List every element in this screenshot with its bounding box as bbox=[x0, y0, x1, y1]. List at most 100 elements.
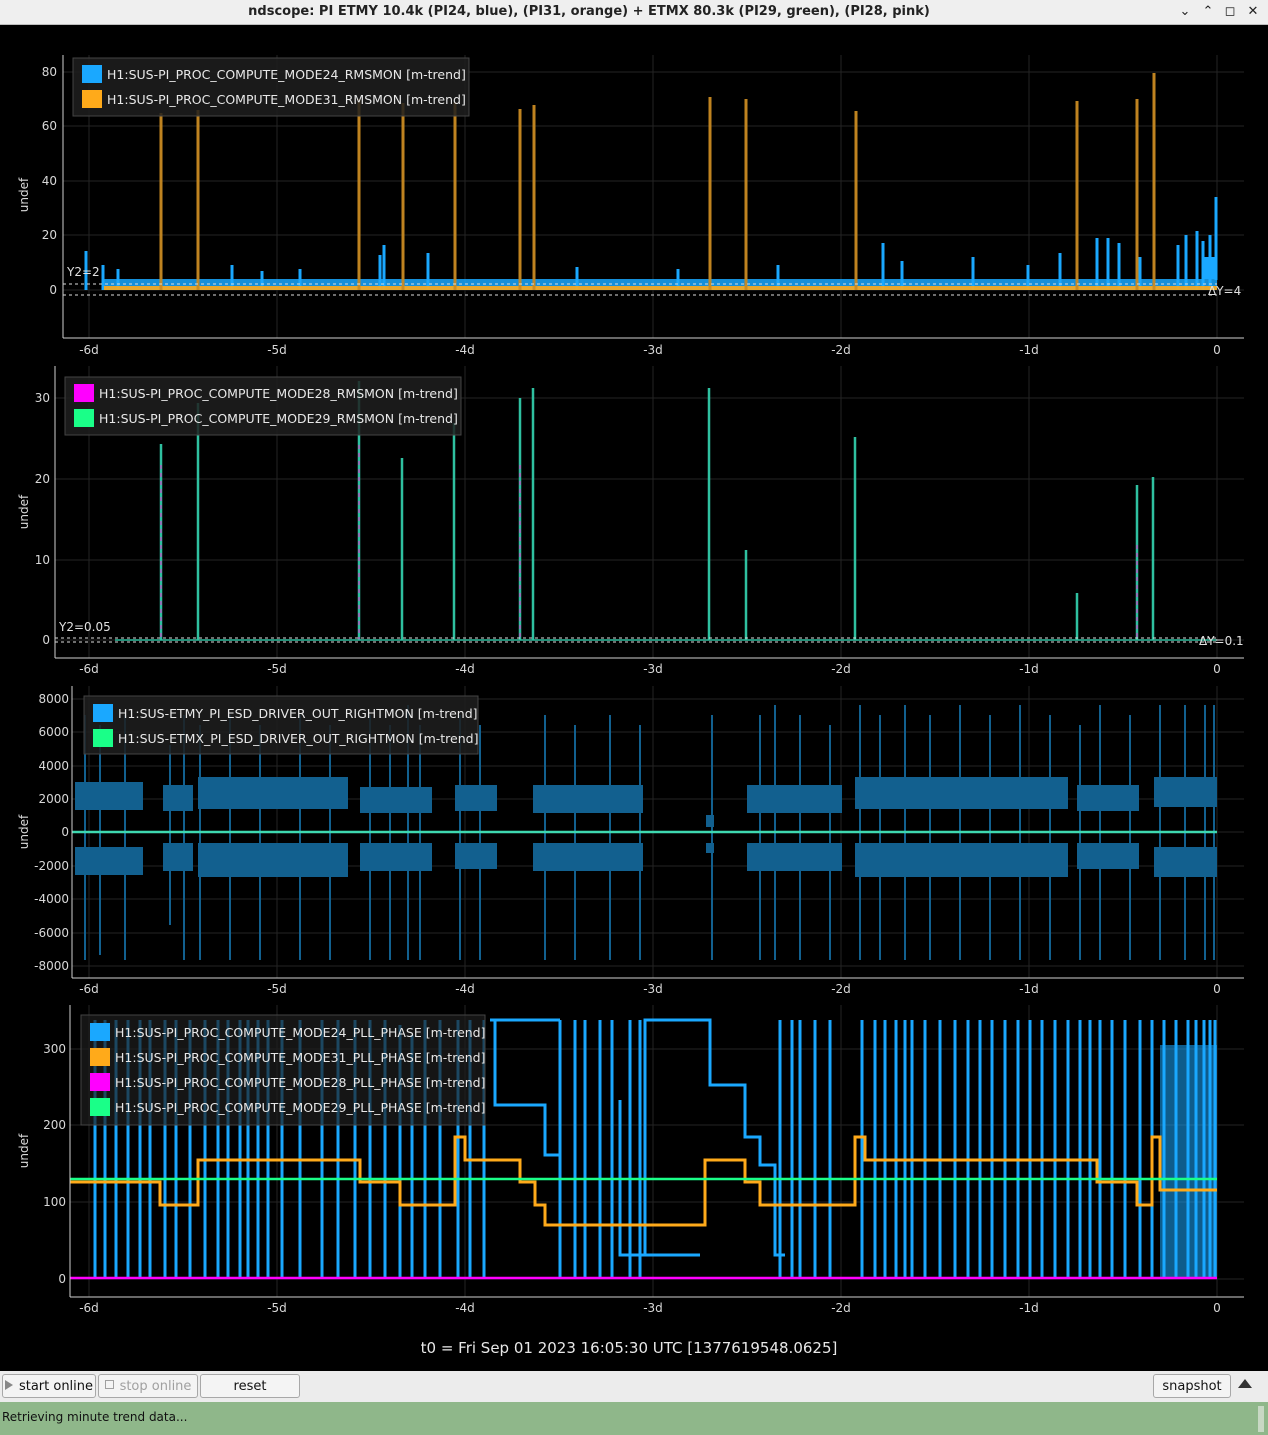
plot-1-legend[interactable]: H1:SUS-PI_PROC_COMPUTE_MODE24_RMSMON [m-… bbox=[72, 57, 470, 117]
plot-1-xtick: -5d bbox=[267, 343, 287, 357]
minimize-button[interactable]: ⌄ bbox=[1176, 3, 1194, 21]
plot-2-legend-swatch bbox=[74, 384, 94, 402]
t0-label: t0 = Fri Sep 01 2023 16:05:30 UTC [13776… bbox=[421, 1339, 838, 1357]
plot-3-xtick: -4d bbox=[455, 982, 475, 996]
plot-1-legend-label: H1:SUS-PI_PROC_COMPUTE_MODE31_RMSMON [m-… bbox=[107, 92, 466, 107]
plot-4-legend-label: H1:SUS-PI_PROC_COMPUTE_MODE31_PLL_PHASE … bbox=[115, 1050, 486, 1065]
stop-online-label: stop online bbox=[119, 1379, 192, 1394]
start-online-button[interactable]: start online bbox=[2, 1374, 96, 1398]
plot-4-xtick: -6d bbox=[79, 1301, 99, 1315]
plots-canvas[interactable]: Y2=2 ΔY=4 80 60 40 20 0 -6d -5d -4d -3d … bbox=[0, 25, 1268, 1370]
plot-2-legend-label: H1:SUS-PI_PROC_COMPUTE_MODE29_RMSMON [m-… bbox=[99, 411, 458, 426]
plot-1-ytick: 60 bbox=[42, 119, 57, 133]
plot-4[interactable]: 300 200 100 0 -6d -5d -4d -3d -2d -1d 0 … bbox=[17, 1005, 1244, 1315]
plot-3-legend-swatch bbox=[93, 729, 113, 747]
plot-1-xtick: -4d bbox=[455, 343, 475, 357]
plot-1-legend-label: H1:SUS-PI_PROC_COMPUTE_MODE24_RMSMON [m-… bbox=[107, 67, 466, 82]
stop-online-button: stop online bbox=[98, 1374, 198, 1398]
plot-1-dy-label: ΔY=4 bbox=[1208, 284, 1241, 298]
plot-3-ytick: 6000 bbox=[38, 725, 69, 739]
plot-1-xtick: -6d bbox=[79, 343, 99, 357]
plot-1-ytick: 40 bbox=[42, 174, 57, 188]
restore-button[interactable]: ◻ bbox=[1221, 3, 1239, 21]
close-button[interactable]: ✕ bbox=[1244, 3, 1262, 21]
plot-1[interactable]: Y2=2 ΔY=4 80 60 40 20 0 -6d -5d -4d -3d … bbox=[17, 55, 1244, 357]
snapshot-button[interactable]: snapshot bbox=[1153, 1374, 1231, 1398]
play-icon bbox=[4, 1380, 13, 1390]
plot-3-xtick: 0 bbox=[1213, 982, 1221, 996]
plot-2-xtick: -6d bbox=[79, 662, 99, 676]
plot-3-ytick: 2000 bbox=[38, 792, 69, 806]
plot-2-legend-swatch bbox=[74, 409, 94, 427]
plot-3[interactable]: 8000 6000 4000 2000 0 -2000 -4000 -6000 … bbox=[17, 686, 1244, 996]
plot-1-legend-swatch bbox=[82, 90, 102, 108]
plot-4-ytick: 300 bbox=[43, 1042, 66, 1056]
plot-4-legend[interactable]: H1:SUS-PI_PROC_COMPUTE_MODE24_PLL_PHASE … bbox=[80, 1014, 486, 1126]
plot-3-xtick: -5d bbox=[267, 982, 287, 996]
plot-2-ylabel: undef bbox=[17, 494, 31, 529]
plot-2-ytick: 20 bbox=[35, 472, 50, 486]
plot-3-legend[interactable]: H1:SUS-ETMY_PI_ESD_DRIVER_OUT_RIGHTMON [… bbox=[83, 695, 479, 755]
plot-2-ytick: 0 bbox=[42, 633, 50, 647]
plot-2-xtick: 0 bbox=[1213, 662, 1221, 676]
plot-1-ytick: 20 bbox=[42, 228, 57, 242]
plot-area[interactable]: Y2=2 ΔY=4 80 60 40 20 0 -6d -5d -4d -3d … bbox=[0, 25, 1268, 1370]
toolbar: start online stop online reset snapshot bbox=[0, 1371, 1268, 1402]
plot-4-legend-swatch bbox=[90, 1048, 110, 1066]
plot-2-legend-label: H1:SUS-PI_PROC_COMPUTE_MODE28_RMSMON [m-… bbox=[99, 386, 458, 401]
plot-2-ytick: 30 bbox=[35, 391, 50, 405]
plot-2-xtick: -1d bbox=[1019, 662, 1039, 676]
plot-1-ylabel: undef bbox=[17, 177, 31, 212]
plot-1-ytick: 0 bbox=[49, 283, 57, 297]
window-titlebar: ndscope: PI ETMY 10.4k (PI24, blue), (PI… bbox=[0, 0, 1268, 25]
plot-4-legend-swatch bbox=[90, 1073, 110, 1091]
plot-2-dy-label: ΔY=0.1 bbox=[1199, 634, 1244, 648]
plot-2-y2-label: Y2=0.05 bbox=[58, 620, 111, 634]
plot-1-ytick: 80 bbox=[42, 65, 57, 79]
plot-3-ytick: 0 bbox=[61, 825, 69, 839]
plot-2-xtick: -3d bbox=[643, 662, 663, 676]
stop-icon bbox=[104, 1380, 114, 1389]
plot-1-legend-swatch bbox=[82, 65, 102, 83]
plot-2-xtick: -2d bbox=[831, 662, 851, 676]
plot-4-ytick: 100 bbox=[43, 1195, 66, 1209]
plot-4-xtick: 0 bbox=[1213, 1301, 1221, 1315]
plot-3-ylabel: undef bbox=[17, 814, 31, 849]
plot-4-legend-label: H1:SUS-PI_PROC_COMPUTE_MODE24_PLL_PHASE … bbox=[115, 1025, 486, 1040]
plot-3-xtick: -2d bbox=[831, 982, 851, 996]
plot-2-ytick: 10 bbox=[35, 553, 50, 567]
collapse-triangle-icon[interactable] bbox=[1238, 1379, 1252, 1388]
plot-3-ytick: -8000 bbox=[34, 959, 69, 973]
plot-1-xtick: -1d bbox=[1019, 343, 1039, 357]
plot-3-xtick: -3d bbox=[643, 982, 663, 996]
plot-4-xtick: -3d bbox=[643, 1301, 663, 1315]
status-message: Retrieving minute trend data... bbox=[2, 1410, 188, 1424]
plot-1-xtick: 0 bbox=[1213, 343, 1221, 357]
plot-3-xtick: -6d bbox=[79, 982, 99, 996]
plot-2-legend[interactable]: H1:SUS-PI_PROC_COMPUTE_MODE28_RMSMON [m-… bbox=[64, 376, 462, 436]
plot-1-orange-band bbox=[104, 286, 1217, 290]
plot-4-xtick: -5d bbox=[267, 1301, 287, 1315]
reset-button[interactable]: reset bbox=[200, 1374, 300, 1398]
plot-3-ytick: -2000 bbox=[34, 859, 69, 873]
plot-4-legend-label: H1:SUS-PI_PROC_COMPUTE_MODE28_PLL_PHASE … bbox=[115, 1075, 486, 1090]
status-bar: Retrieving minute trend data... bbox=[0, 1402, 1268, 1435]
maximize-up-button[interactable]: ⌃ bbox=[1199, 3, 1217, 21]
size-grip-icon[interactable] bbox=[1258, 1406, 1264, 1432]
plot-2-xtick: -4d bbox=[455, 662, 475, 676]
plot-4-xtick: -2d bbox=[831, 1301, 851, 1315]
plot-3-legend-label: H1:SUS-ETMY_PI_ESD_DRIVER_OUT_RIGHTMON [… bbox=[118, 706, 478, 721]
plot-4-legend-swatch bbox=[90, 1098, 110, 1116]
plot-4-xtick: -4d bbox=[455, 1301, 475, 1315]
plot-3-ytick: 8000 bbox=[38, 692, 69, 706]
plot-4-xtick: -1d bbox=[1019, 1301, 1039, 1315]
start-online-label: start online bbox=[18, 1379, 94, 1394]
plot-3-xtick: -1d bbox=[1019, 982, 1039, 996]
plot-4-ytick: 0 bbox=[58, 1272, 66, 1286]
plot-1-y2-label: Y2=2 bbox=[66, 265, 100, 279]
plot-2[interactable]: Y2=0.05 ΔY=0.1 30 20 10 0 -6d -5d -4d -3… bbox=[17, 366, 1244, 676]
plot-4-ylabel: undef bbox=[17, 1133, 31, 1168]
plot-1-xtick: -3d bbox=[643, 343, 663, 357]
plot-3-ytick: 4000 bbox=[38, 759, 69, 773]
plot-4-blue-dense bbox=[1160, 1045, 1217, 1279]
